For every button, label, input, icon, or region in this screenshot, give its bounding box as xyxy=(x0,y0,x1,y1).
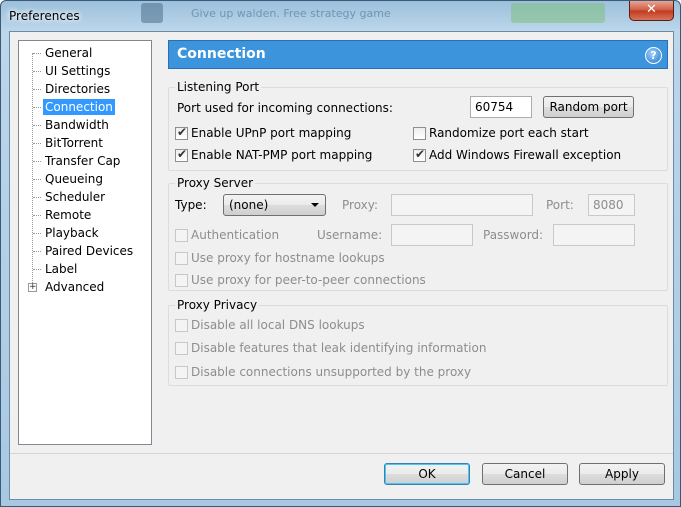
firewall-exception-label: Add Windows Firewall exception xyxy=(429,148,622,162)
tree-connector xyxy=(33,161,41,162)
title-bar[interactable]: Give up walden. Free strategy game Prefe… xyxy=(1,1,680,31)
randomize-port-checkbox[interactable] xyxy=(413,127,426,140)
sidebar-item-general[interactable]: General xyxy=(43,45,94,61)
enable-upnp-label: Enable UPnP port mapping xyxy=(191,126,352,140)
incoming-port-label: Port used for incoming connections: xyxy=(177,101,393,115)
disable-unsupported-label: Disable connections unsupported by the p… xyxy=(191,365,472,379)
enable-upnp-checkbox[interactable]: ✔ xyxy=(175,125,188,140)
sidebar-item-label[interactable]: Label xyxy=(43,261,79,277)
sidebar-item-ui-settings[interactable]: UI Settings xyxy=(43,63,112,79)
proxy-server-group: Proxy Server Type: (none) Proxy: Port: 8… xyxy=(168,176,668,291)
sidebar-item-bittorrent[interactable]: BitTorrent xyxy=(43,135,105,151)
listening-port-label: Listening Port xyxy=(175,80,262,94)
sidebar-item-paired-devices[interactable]: Paired Devices xyxy=(43,243,135,259)
proxy-privacy-group: Proxy Privacy Disable all local DNS look… xyxy=(168,298,668,386)
apply-button[interactable]: Apply xyxy=(579,463,665,485)
close-icon: ✕ xyxy=(646,2,657,17)
help-icon[interactable]: ? xyxy=(645,47,662,64)
random-port-button[interactable]: Random port xyxy=(543,96,634,118)
proxy-server-label: Proxy Server xyxy=(175,176,256,190)
tree-connector xyxy=(33,71,41,72)
sidebar-item-connection[interactable]: Connection xyxy=(43,99,115,115)
sidebar-item-transfer-cap[interactable]: Transfer Cap xyxy=(43,153,122,169)
sidebar-item-advanced[interactable]: Advanced xyxy=(43,279,106,295)
disable-leak-label: Disable features that leak identifying i… xyxy=(191,341,487,355)
proxy-port-input[interactable]: 8080 xyxy=(588,194,635,216)
sidebar-item-remote[interactable]: Remote xyxy=(43,207,93,223)
tree-connector xyxy=(33,179,41,180)
sidebar-item-playback[interactable]: Playback xyxy=(43,225,101,241)
incoming-port-input[interactable]: 60754 xyxy=(470,96,532,118)
disable-dns-checkbox[interactable] xyxy=(175,319,188,332)
authentication-label: Authentication xyxy=(191,228,280,242)
sidebar-item-scheduler[interactable]: Scheduler xyxy=(43,189,107,205)
sidebar-item-queueing[interactable]: Queueing xyxy=(43,171,105,187)
tree-connector xyxy=(33,197,41,198)
password-label: Password: xyxy=(483,228,544,242)
preferences-window: Give up walden. Free strategy game Prefe… xyxy=(0,0,681,507)
proxy-type-value: (none) xyxy=(229,198,269,212)
tree-connector xyxy=(33,89,41,90)
pane-title: Connection xyxy=(177,46,266,62)
cancel-button[interactable]: Cancel xyxy=(482,463,568,485)
proxy-type-select[interactable]: (none) xyxy=(223,194,326,216)
tree-connector xyxy=(33,251,41,252)
background-window-icon xyxy=(141,3,163,23)
proxy-privacy-label: Proxy Privacy xyxy=(175,298,260,312)
tree-connector xyxy=(33,125,41,126)
peer-connections-checkbox[interactable] xyxy=(175,274,188,287)
chevron-down-icon xyxy=(311,203,319,207)
check-icon: ✔ xyxy=(415,147,426,161)
window-title: Preferences xyxy=(9,9,80,23)
dialog-client-area: General UI Settings Directories Connecti… xyxy=(9,31,674,500)
proxy-host-input[interactable] xyxy=(391,194,533,216)
hostname-lookups-checkbox[interactable] xyxy=(175,252,188,265)
peer-connections-label: Use proxy for peer-to-peer connections xyxy=(191,273,426,287)
enable-natpmp-checkbox[interactable]: ✔ xyxy=(175,147,188,162)
connection-pane: Connection ? Listening Port Port used fo… xyxy=(168,40,668,445)
ok-button[interactable]: OK xyxy=(384,463,470,485)
firewall-exception-checkbox[interactable]: ✔ xyxy=(413,147,426,162)
tree-connector xyxy=(33,269,41,270)
tree-connector xyxy=(33,107,41,108)
tree-connector xyxy=(33,143,41,144)
tree-connector xyxy=(33,233,41,234)
proxy-host-label: Proxy: xyxy=(342,198,379,212)
hostname-lookups-label: Use proxy for hostname lookups xyxy=(191,251,385,265)
tree-connector xyxy=(33,53,41,54)
password-input[interactable] xyxy=(553,224,635,246)
authentication-checkbox[interactable] xyxy=(175,229,188,242)
username-input[interactable] xyxy=(391,224,473,246)
proxy-port-label: Port: xyxy=(546,198,574,212)
sidebar-item-bandwidth[interactable]: Bandwidth xyxy=(43,117,111,133)
disable-dns-label: Disable all local DNS lookups xyxy=(191,318,365,332)
randomize-port-label: Randomize port each start xyxy=(429,126,589,140)
disable-leak-checkbox[interactable] xyxy=(175,342,188,355)
proxy-type-label: Type: xyxy=(175,198,207,212)
username-label: Username: xyxy=(317,228,383,242)
listening-port-group: Listening Port Port used for incoming co… xyxy=(168,80,668,171)
category-tree[interactable]: General UI Settings Directories Connecti… xyxy=(18,40,152,445)
background-window-text: Give up walden. Free strategy game xyxy=(191,7,391,20)
check-icon: ✔ xyxy=(177,147,188,161)
pane-header: Connection ? xyxy=(168,40,668,69)
check-icon: ✔ xyxy=(177,125,188,139)
expand-icon[interactable]: + xyxy=(28,283,37,292)
sidebar-item-directories[interactable]: Directories xyxy=(43,81,112,97)
enable-natpmp-label: Enable NAT-PMP port mapping xyxy=(191,148,373,162)
footer-separator xyxy=(10,453,673,454)
tree-connector xyxy=(33,215,41,216)
disable-unsupported-checkbox[interactable] xyxy=(175,366,188,379)
background-window-button xyxy=(511,3,605,23)
close-button[interactable]: ✕ xyxy=(629,1,674,21)
